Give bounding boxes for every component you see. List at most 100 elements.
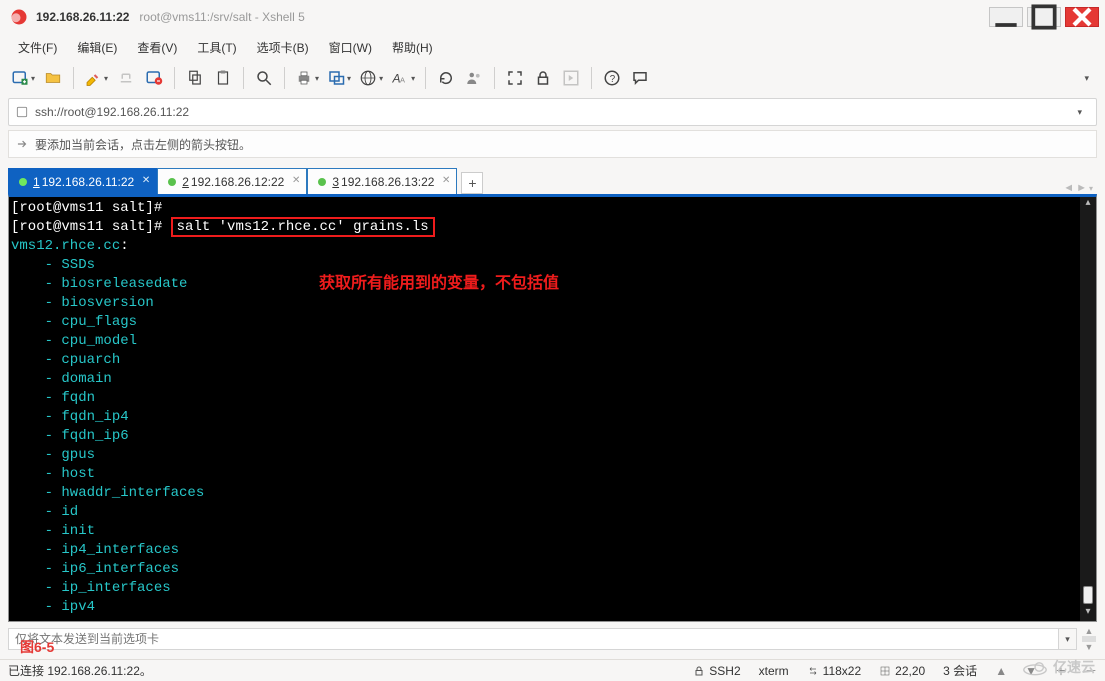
annotation-text: 获取所有能用到的变量，不包括值 [319, 269, 559, 293]
session-tab-2[interactable]: 2 192.168.26.12:22 ✕ [157, 168, 307, 194]
web-button[interactable]: ▾ [356, 65, 386, 91]
menu-window[interactable]: 窗口(W) [321, 37, 380, 58]
svg-text:?: ? [610, 74, 616, 85]
cloud-icon [1021, 658, 1049, 676]
disconnect-button[interactable] [141, 65, 167, 91]
minimize-button[interactable] [989, 7, 1023, 27]
menu-file[interactable]: 文件(F) [10, 37, 65, 58]
status-term: xterm [759, 664, 789, 678]
send-bar: ▾ ▲▼ [8, 626, 1097, 652]
close-tab-icon[interactable]: ✕ [292, 175, 300, 186]
titlebar: 192.168.26.11:22 root@vms11:/srv/salt - … [0, 0, 1105, 34]
tip-text: 要添加当前会话，点击左侧的箭头按钮。 [35, 136, 251, 153]
toolbar-separator [174, 67, 175, 89]
scroll-up-icon[interactable]: ▴ [1085, 197, 1090, 208]
status-bar: 已连接 192.168.26.11:22。 SSH2 xterm 118x22 … [0, 659, 1105, 681]
print-button[interactable]: ▾ [292, 65, 322, 91]
new-session-button[interactable]: ▾ [8, 65, 38, 91]
title-path: root@vms11:/srv/salt - Xshell 5 [139, 10, 304, 24]
reconnect-button[interactable] [113, 65, 139, 91]
status-connected: 已连接 192.168.26.11:22。 [8, 662, 152, 679]
go-button[interactable] [558, 65, 584, 91]
status-cursor: 22,20 [879, 664, 925, 678]
close-tab-icon[interactable]: ✕ [142, 175, 150, 186]
tab-next-icon[interactable]: ► [1076, 182, 1087, 194]
scroll-down-icon[interactable]: ▾ [1085, 606, 1090, 617]
toolbar: ▾ ▾ ▾ ▾ ▾ AA▾ ? ▾ [0, 60, 1105, 96]
send-options-button[interactable]: ▾ [1059, 628, 1077, 650]
address-bar[interactable]: ssh://root@192.168.26.11:22 ▾ [8, 98, 1097, 126]
fullscreen-button[interactable] [502, 65, 528, 91]
toolbar-separator [284, 67, 285, 89]
svg-text:A: A [392, 72, 401, 86]
tab-list-icon[interactable]: ▾ [1089, 184, 1093, 193]
arrow-icon[interactable] [15, 137, 29, 151]
send-scroll[interactable]: ▲▼ [1081, 626, 1097, 652]
highlight-button[interactable]: ▾ [81, 65, 111, 91]
address-url: ssh://root@192.168.26.11:22 [35, 105, 189, 119]
maximize-button[interactable] [1027, 7, 1061, 27]
figure-label: 图6-5 [20, 637, 54, 657]
tab-prev-icon[interactable]: ◄ [1063, 182, 1074, 194]
session-tab-1[interactable]: 1 192.168.26.11:22 ✕ [8, 168, 157, 194]
toolbar-separator [243, 67, 244, 89]
menu-help[interactable]: 帮助(H) [384, 37, 441, 58]
status-dot-icon [168, 178, 176, 186]
tab-label: 192.168.26.12:22 [191, 175, 284, 189]
session-tab-3[interactable]: 3 192.168.26.13:22 ✕ [307, 168, 457, 194]
status-up-icon[interactable]: ▲ [995, 664, 1007, 678]
grid-icon [879, 665, 891, 677]
tab-label: 192.168.26.11:22 [42, 175, 135, 189]
chat-button[interactable] [627, 65, 653, 91]
lock-icon [693, 665, 705, 677]
close-button[interactable] [1065, 7, 1099, 27]
tab-number: 2 [182, 175, 189, 189]
toolbar-overflow[interactable]: ▾ [1084, 73, 1097, 84]
toolbar-separator [425, 67, 426, 89]
status-protocol: SSH2 [693, 664, 740, 678]
resize-icon [807, 665, 819, 677]
address-overflow[interactable]: ▾ [1077, 107, 1090, 118]
watermark-text: 亿速云 [1053, 657, 1095, 677]
toolbar-separator [73, 67, 74, 89]
watermark: 亿速云 [1021, 657, 1095, 677]
window-controls [989, 7, 1105, 27]
send-input[interactable] [8, 628, 1059, 650]
users-button[interactable] [461, 65, 487, 91]
find-button[interactable] [251, 65, 277, 91]
terminal-output: [root@vms11 salt]# [root@vms11 salt]# sa… [9, 197, 1096, 619]
toolbar-separator [591, 67, 592, 89]
menu-edit[interactable]: 编辑(E) [69, 37, 125, 58]
scroll-thumb[interactable] [1083, 586, 1093, 604]
title-host: 192.168.26.11:22 [36, 10, 129, 24]
copy-button[interactable] [182, 65, 208, 91]
paste-button[interactable] [210, 65, 236, 91]
properties-button[interactable]: ▾ [324, 65, 354, 91]
tip-bar: 要添加当前会话，点击左侧的箭头按钮。 [8, 130, 1097, 158]
svg-text:A: A [400, 76, 405, 85]
status-dot-icon [318, 178, 326, 186]
app-icon [10, 8, 28, 26]
add-tab-button[interactable]: + [461, 172, 483, 194]
tab-number: 1 [33, 175, 40, 189]
tab-label: 192.168.26.13:22 [341, 175, 434, 189]
link-icon [15, 105, 29, 119]
terminal-scrollbar[interactable]: ▴ ▾ [1080, 197, 1096, 621]
help-button[interactable]: ? [599, 65, 625, 91]
font-button[interactable]: AA▾ [388, 65, 418, 91]
menu-tabs[interactable]: 选项卡(B) [249, 37, 317, 58]
terminal[interactable]: [root@vms11 salt]# [root@vms11 salt]# sa… [8, 194, 1097, 622]
menu-view[interactable]: 查看(V) [129, 37, 185, 58]
tab-bar: 1 192.168.26.11:22 ✕ 2 192.168.26.12:22 … [8, 166, 1097, 194]
close-tab-icon[interactable]: ✕ [442, 175, 450, 186]
menubar: 文件(F) 编辑(E) 查看(V) 工具(T) 选项卡(B) 窗口(W) 帮助(… [0, 34, 1105, 60]
tab-navigation: ◄ ► ▾ [1063, 182, 1097, 194]
status-dot-icon [19, 178, 27, 186]
menu-tools[interactable]: 工具(T) [189, 37, 244, 58]
open-button[interactable] [40, 65, 66, 91]
refresh-button[interactable] [433, 65, 459, 91]
status-sessions: 3 会话 [943, 662, 977, 679]
lock-button[interactable] [530, 65, 556, 91]
status-size: 118x22 [807, 664, 861, 678]
tab-number: 3 [332, 175, 339, 189]
